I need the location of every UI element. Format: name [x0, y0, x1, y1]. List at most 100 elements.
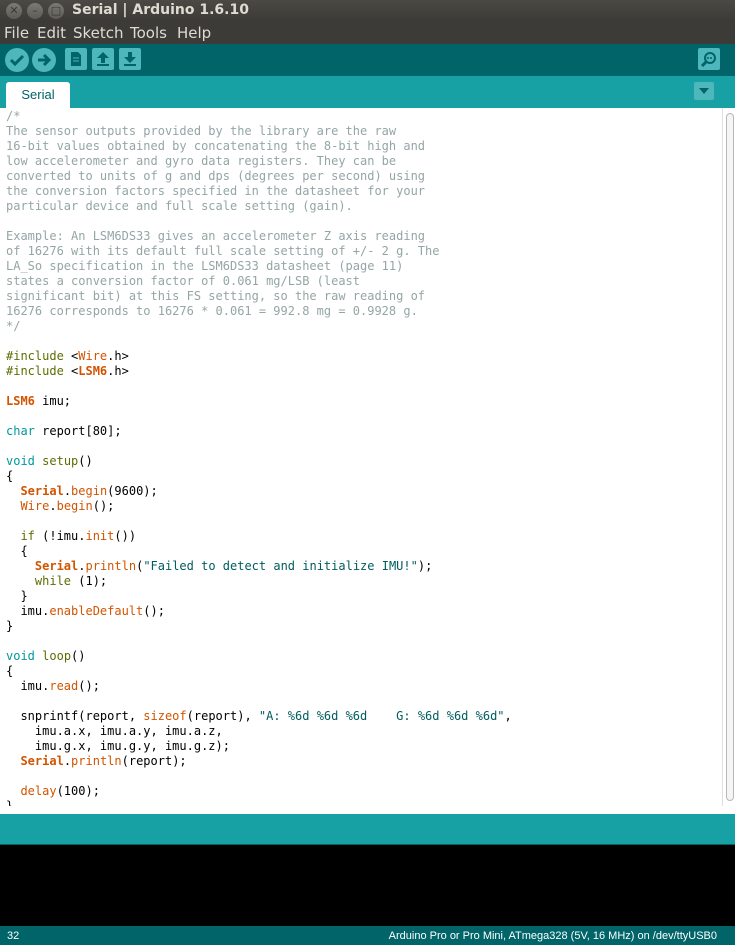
- close-window-icon[interactable]: ✕: [6, 3, 22, 19]
- code-token: Serial: [20, 754, 64, 768]
- menu-sketch[interactable]: Sketch: [73, 24, 124, 42]
- minimize-window-icon[interactable]: –: [27, 3, 43, 19]
- code-token: <: [63, 364, 79, 378]
- code-token: of 16276 with its default full scale set…: [6, 244, 440, 258]
- serial-monitor-icon: [700, 52, 716, 68]
- code-token: (9600);: [107, 484, 158, 498]
- window-title: Serial | Arduino 1.6.10: [72, 2, 249, 18]
- code-line: imu.a.x, imu.a.y, imu.a.z,: [6, 724, 512, 739]
- code-line: #include <Wire.h>: [6, 349, 512, 364]
- code-token: {: [6, 664, 14, 678]
- code-line: void setup(): [6, 454, 512, 469]
- code-line: The sensor outputs provided by the libra…: [6, 124, 512, 139]
- code-token: LSM6: [78, 364, 108, 378]
- open-sketch-button[interactable]: [92, 48, 114, 70]
- code-line: significant bit) at this FS setting, so …: [6, 289, 512, 304]
- code-editor[interactable]: /* The sensor outputs provided by the lib…: [0, 108, 722, 806]
- verify-button[interactable]: [5, 48, 29, 72]
- scrollbar-thumb[interactable]: [726, 113, 734, 801]
- code-token: (): [78, 454, 93, 468]
- code-token: ();: [143, 604, 165, 618]
- code-token: (report);: [121, 754, 187, 768]
- code-token: "A: %6d %6d %6d G: %6d %6d %6d": [258, 709, 505, 723]
- code-token: enableDefault: [49, 604, 144, 618]
- code-token: Wire: [20, 499, 50, 513]
- code-token: particular device and full scale setting…: [6, 199, 353, 213]
- code-token: {: [6, 469, 14, 483]
- code-line: snprintf(report, sizeof(report), "A: %6d…: [6, 709, 512, 724]
- code-line: #include <LSM6.h>: [6, 364, 512, 379]
- open-icon: [97, 52, 109, 66]
- code-token: begin: [56, 499, 93, 513]
- code-token: converted to units of g and dps (degrees…: [6, 169, 426, 183]
- new-sketch-button[interactable]: [65, 48, 87, 70]
- code-token: println: [71, 754, 122, 768]
- code-token: Example: An LSM6DS33 gives an accelerome…: [6, 229, 426, 243]
- code-token: (report),: [186, 709, 259, 723]
- upload-button[interactable]: [32, 48, 56, 72]
- code-token: }: [6, 619, 14, 633]
- code-token: void: [6, 649, 35, 663]
- code-line: LA_So specification in the LSM6DS33 data…: [6, 259, 512, 274]
- code-token: println: [85, 559, 137, 573]
- code-line: imu.enableDefault();: [6, 604, 512, 619]
- serial-monitor-button[interactable]: [698, 48, 720, 70]
- tab-menu-button[interactable]: [694, 82, 714, 100]
- code-token: ,: [504, 709, 512, 723]
- editor-console-divider[interactable]: [0, 814, 735, 844]
- code-line: Wire.begin();: [6, 499, 512, 514]
- code-line: while (1);: [6, 574, 512, 589]
- code-line: void loop(): [6, 649, 512, 664]
- menu-help[interactable]: Help: [177, 24, 211, 42]
- code-token: */: [6, 319, 21, 333]
- save-icon: [124, 52, 136, 66]
- code-token: ();: [78, 679, 100, 693]
- code-line: particular device and full scale setting…: [6, 199, 512, 214]
- verify-icon: [9, 54, 25, 67]
- code-token: #include: [6, 364, 64, 378]
- menu-tools[interactable]: Tools: [130, 24, 167, 42]
- horizontal-scrollbar[interactable]: [0, 806, 735, 814]
- code-token: .h>: [107, 364, 129, 378]
- code-token: }: [6, 589, 28, 603]
- code-line: {: [6, 469, 512, 484]
- code-token: LSM6: [6, 394, 35, 408]
- code-token: the conversion factors specified in the …: [6, 184, 426, 198]
- code-token: Serial: [20, 484, 64, 498]
- code-line: }: [6, 619, 512, 634]
- code-token: states a conversion factor of 0.061 mg/L…: [6, 274, 361, 288]
- code-line: of 16276 with its default full scale set…: [6, 244, 512, 259]
- code-token: imu.: [6, 679, 50, 693]
- code-line: }: [6, 589, 512, 604]
- code-token: char: [6, 424, 35, 438]
- code-line: imu.g.x, imu.g.y, imu.g.z);: [6, 739, 512, 754]
- code-line: LSM6 imu;: [6, 394, 512, 409]
- code-line: imu.read();: [6, 679, 512, 694]
- menu-edit[interactable]: Edit: [37, 24, 66, 42]
- code-token: delay: [20, 784, 57, 798]
- code-token: (!imu.: [34, 529, 86, 543]
- code-token: "Failed to detect and initialize IMU!": [143, 559, 418, 573]
- console-output: [0, 844, 735, 926]
- code-line: 16-bit values obtained by concatenating …: [6, 139, 512, 154]
- code-token: if: [20, 529, 35, 543]
- code-token: );: [417, 559, 433, 573]
- menu-file[interactable]: File: [4, 24, 29, 42]
- maximize-window-icon[interactable]: □: [48, 3, 64, 19]
- vertical-scrollbar[interactable]: [722, 108, 735, 806]
- toolbar: [0, 44, 735, 76]
- code-token: loop: [42, 649, 72, 663]
- code-token: begin: [71, 484, 108, 498]
- code-line: 16276 corresponds to 16276 * 0.061 = 992…: [6, 304, 512, 319]
- menu-bar: File Edit Sketch Tools Help: [0, 22, 735, 44]
- code-token: LA_So specification in the LSM6DS33 data…: [6, 259, 404, 273]
- code-token: read: [49, 679, 79, 693]
- tab-serial[interactable]: Serial: [6, 82, 70, 108]
- save-sketch-button[interactable]: [119, 48, 141, 70]
